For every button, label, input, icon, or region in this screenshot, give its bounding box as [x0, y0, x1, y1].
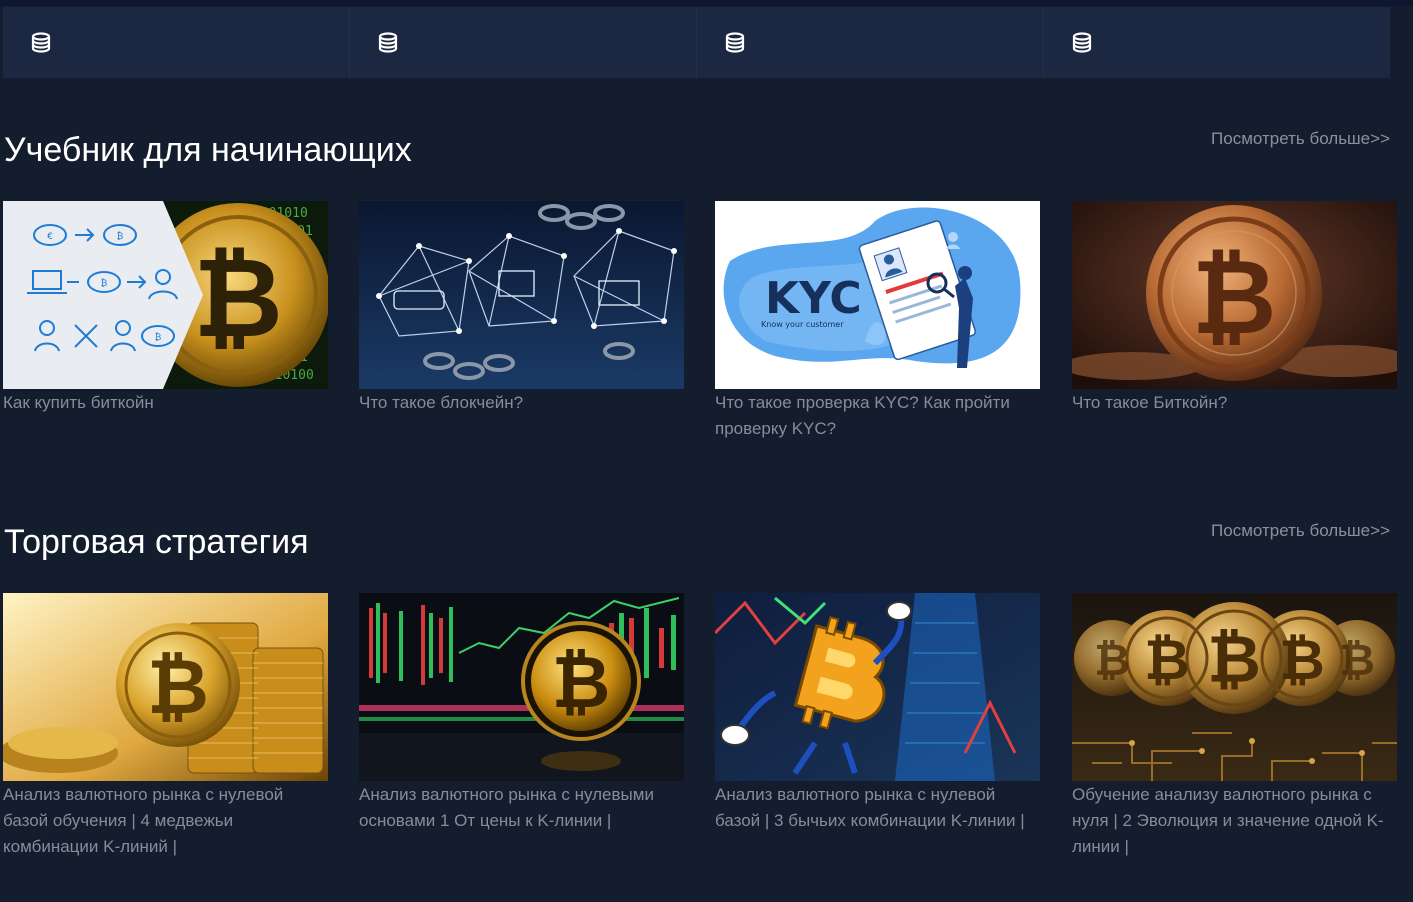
svg-text:₿: ₿	[1339, 635, 1375, 686]
article-thumbnail[interactable]: ₿	[359, 593, 684, 781]
top-strip	[0, 0, 1413, 6]
view-more-trading-link[interactable]: Посмотреть больше>>	[1211, 520, 1390, 542]
article-thumbnail[interactable]	[715, 593, 1040, 781]
article-title[interactable]: Что такое Биткойн?	[1072, 390, 1397, 416]
database-coins-icon	[1072, 32, 1092, 53]
svg-text:₿: ₿	[1144, 628, 1190, 693]
article-title[interactable]: Обучение анализу валютного рынка с нуля …	[1072, 782, 1397, 860]
kyc-image-title: KYC	[765, 273, 862, 324]
database-coins-icon	[31, 32, 51, 53]
svg-text:₿: ₿	[101, 278, 108, 289]
article-title[interactable]: Как купить биткойн	[3, 390, 328, 416]
article-card-bearish-k-lines[interactable]: ₿ Анализ валютного рынка с нулевой базой…	[3, 593, 328, 860]
database-coins-icon	[378, 32, 398, 53]
stats-bar	[3, 7, 1390, 78]
article-thumbnail[interactable]	[359, 201, 684, 389]
article-card-what-is-kyc[interactable]: KYC Know your customer Что такое проверк…	[715, 201, 1040, 442]
stats-cell-1[interactable]	[3, 7, 350, 78]
svg-text:₿: ₿	[155, 332, 162, 343]
article-thumbnail[interactable]: 10010100100101 11001010010011 1010010011…	[3, 201, 328, 389]
article-title[interactable]: Что такое блокчейн?	[359, 390, 684, 416]
stats-cell-3[interactable]	[697, 7, 1044, 78]
svg-text:₿: ₿	[1094, 635, 1130, 686]
article-title[interactable]: Анализ валютного рынка с нулевыми основа…	[359, 782, 684, 834]
view-more-beginner-link[interactable]: Посмотреть больше>>	[1211, 128, 1390, 150]
stats-cell-2[interactable]	[350, 7, 697, 78]
article-card-buy-bitcoin[interactable]: 10010100100101 11001010010011 1010010011…	[3, 201, 328, 416]
svg-text:₿: ₿	[1192, 236, 1277, 358]
svg-text:₿: ₿	[1207, 621, 1261, 698]
article-title[interactable]: Анализ валютного рынка с нулевой базой о…	[3, 782, 328, 860]
article-card-price-to-k-line[interactable]: ₿ Анализ валютного рынка с нулевыми осно…	[359, 593, 684, 834]
database-coins-icon	[725, 32, 745, 53]
article-thumbnail[interactable]: KYC Know your customer	[715, 201, 1040, 389]
article-card-single-k-line[interactable]: ₿ ₿ ₿ ₿ ₿ Обучение анализу валютного рын…	[1072, 593, 1397, 860]
article-title[interactable]: Что такое проверка KYC? Как пройти прове…	[715, 390, 1040, 442]
article-thumbnail[interactable]: ₿ ₿ ₿ ₿ ₿	[1072, 593, 1397, 781]
article-card-bullish-k-lines[interactable]: Анализ валютного рынка с нулевой базой |…	[715, 593, 1040, 834]
svg-text:₿: ₿	[147, 642, 209, 731]
article-thumbnail[interactable]: ₿	[3, 593, 328, 781]
section-title-beginner: Учебник для начинающих	[4, 131, 412, 169]
svg-text:₿: ₿	[552, 640, 611, 724]
svg-text:€: €	[47, 232, 53, 242]
kyc-image-subtitle: Know your customer	[761, 320, 844, 329]
article-card-what-is-bitcoin[interactable]: ₿ Что такое Биткойн?	[1072, 201, 1397, 416]
article-title[interactable]: Анализ валютного рынка с нулевой базой |…	[715, 782, 1040, 834]
svg-text:₿: ₿	[193, 234, 283, 362]
article-thumbnail[interactable]: ₿	[1072, 201, 1397, 389]
section-title-trading-strategy: Торговая стратегия	[4, 523, 309, 561]
article-card-what-is-blockchain[interactable]: Что такое блокчейн?	[359, 201, 684, 416]
svg-text:₿: ₿	[117, 231, 124, 242]
svg-text:₿: ₿	[1279, 628, 1325, 693]
stats-cell-4[interactable]	[1044, 7, 1390, 78]
